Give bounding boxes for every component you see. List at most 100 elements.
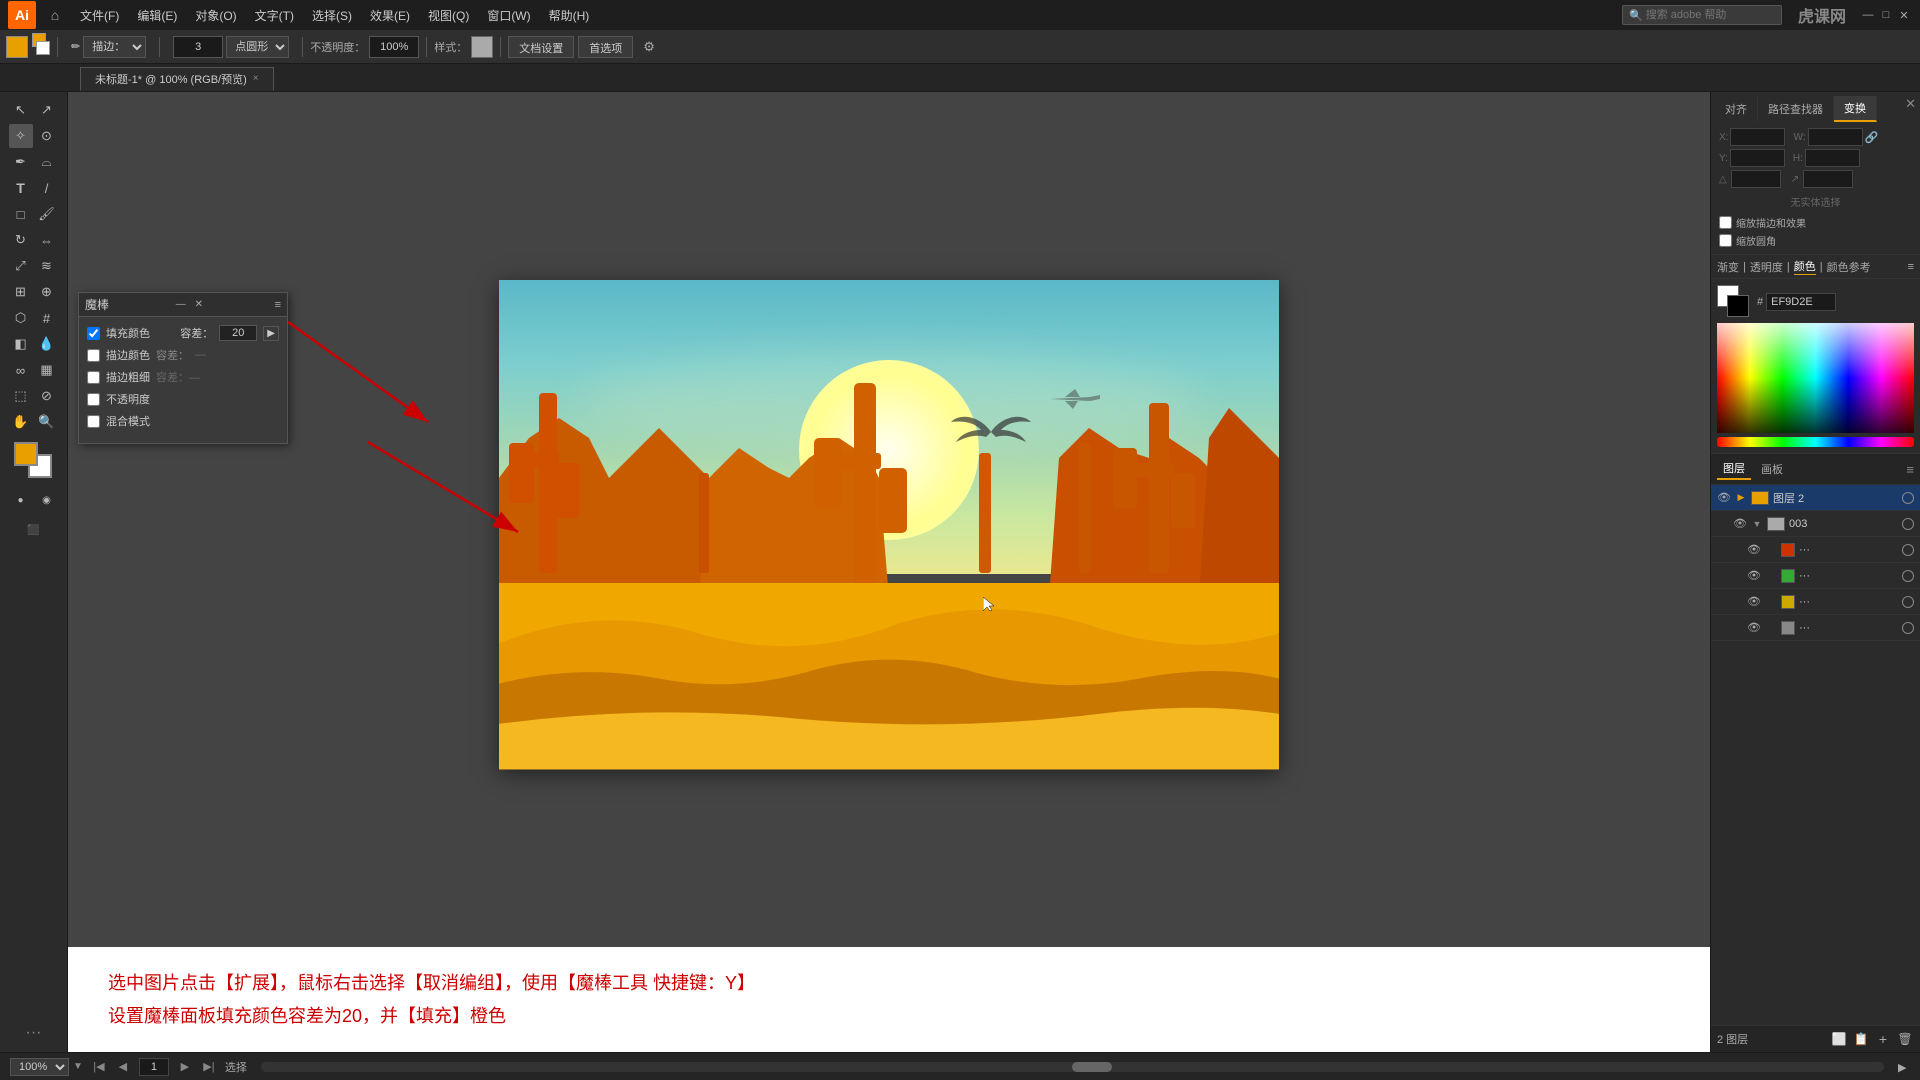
layer-eye-btn[interactable]: 👁 (1717, 491, 1731, 505)
blend-tool[interactable]: ∞ (9, 358, 33, 382)
scroll-right-btn[interactable]: ▶ (1898, 1061, 1910, 1073)
scale-corners-checkbox-label[interactable]: 缩放圆角 (1719, 233, 1912, 248)
canvas-content[interactable] (68, 92, 1710, 947)
scale-tool[interactable]: ⤢ (9, 254, 33, 278)
menu-view[interactable]: 视图(Q) (420, 5, 477, 26)
sub-layer-yellow-circle[interactable] (1902, 596, 1914, 608)
layer-group-item[interactable]: 👁 ▶ 图层 2 (1711, 485, 1920, 511)
transform-x-input[interactable] (1730, 128, 1785, 146)
transform-w-input[interactable] (1808, 128, 1863, 146)
free-transform-tool[interactable]: ⊞ (9, 280, 33, 304)
artboard-tool[interactable]: ⬚ (9, 384, 33, 408)
fg-color-swatch[interactable] (14, 442, 38, 466)
rotate-tool[interactable]: ↻ (9, 228, 33, 252)
warp-tool[interactable]: ≋ (35, 254, 59, 278)
menu-object[interactable]: 对象(O) (187, 5, 244, 26)
text-tool[interactable]: T (9, 176, 33, 200)
horizontal-scrollbar[interactable] (261, 1062, 1884, 1072)
menu-window[interactable]: 窗口(W) (479, 5, 538, 26)
zoom-tool[interactable]: 🔍 (35, 410, 59, 434)
gradient-tool[interactable]: ◧ (9, 332, 33, 356)
prev-page-btn[interactable]: ◀ (115, 1059, 131, 1075)
layer-expand-btn[interactable]: ▶ (1735, 492, 1747, 504)
scale-corners-checkbox[interactable] (1719, 234, 1732, 247)
draw-behind-mode[interactable]: ◉ (35, 488, 59, 512)
selection-tool[interactable]: ↖ (9, 98, 33, 122)
first-page-btn[interactable]: |◀ (91, 1059, 107, 1075)
tab-close-button[interactable]: × (253, 74, 259, 84)
eyedropper-tool[interactable]: 💧 (35, 332, 59, 356)
color-bg-box[interactable] (1727, 295, 1749, 317)
trash-layer-btn[interactable]: 🗑 (1896, 1030, 1914, 1048)
color-tab[interactable]: 颜色 (1794, 258, 1816, 275)
scale-strokes-checkbox[interactable] (1719, 216, 1732, 229)
sub-layer-green[interactable]: 👁 ··· (1711, 563, 1920, 589)
brush-select[interactable]: 描边： (83, 36, 146, 58)
close-button[interactable]: ✕ (1896, 7, 1912, 23)
artboard-tab[interactable]: 画板 (1755, 459, 1789, 479)
layer-item-003[interactable]: 👁 ▼ 003 (1711, 511, 1920, 537)
blend-mode-checkbox[interactable] (87, 415, 100, 428)
lasso-tool[interactable]: ⊙ (35, 124, 59, 148)
close-panel-btn[interactable]: ✕ (1905, 96, 1916, 122)
tab-document[interactable]: 未标题-1* @ 100% (RGB/预览) × (80, 67, 274, 91)
layer-003-eye[interactable]: 👁 (1733, 517, 1747, 531)
make-clip-btn[interactable]: ⬜ (1830, 1030, 1848, 1048)
search-input[interactable] (1646, 9, 1775, 21)
rect-tool[interactable]: □ (9, 202, 33, 226)
menu-file[interactable]: 文件(F) (72, 5, 127, 26)
transform-y-input[interactable] (1730, 149, 1785, 167)
preferences-button[interactable]: 首选项 (578, 36, 633, 58)
line-tool[interactable]: / (35, 176, 59, 200)
menu-help[interactable]: 帮助(H) (541, 5, 598, 26)
panel-close-btn[interactable]: ✕ (192, 298, 206, 312)
tab-pathfinder[interactable]: 路径查找器 (1758, 96, 1834, 122)
bar-chart-tool[interactable]: ▦ (35, 358, 59, 382)
menu-edit[interactable]: 编辑(E) (129, 5, 185, 26)
fill-tolerance-input[interactable] (219, 325, 257, 341)
opacity-input[interactable] (369, 36, 419, 58)
last-page-btn[interactable]: ▶| (201, 1059, 217, 1075)
doc-settings-button[interactable]: 文档设置 (508, 36, 574, 58)
slice-tool[interactable]: ⊘ (35, 384, 59, 408)
add-layer-btn[interactable]: + (1874, 1030, 1892, 1048)
transparency-tab[interactable]: 透明度 (1750, 259, 1783, 275)
fill-color-box[interactable] (6, 36, 28, 58)
panel-menu-btn[interactable]: ≡ (275, 299, 281, 311)
change-screen-mode[interactable]: ⬛ (22, 518, 46, 542)
search-bar[interactable]: 🔍 (1622, 5, 1782, 25)
shape-builder-tool[interactable]: ⊕ (35, 280, 59, 304)
style-swatch[interactable] (471, 36, 493, 58)
layer-visibility-circle[interactable] (1902, 492, 1914, 504)
hue-slider[interactable] (1717, 437, 1914, 447)
sub-layer-green-circle[interactable] (1902, 570, 1914, 582)
bg-color-swatch[interactable] (36, 41, 50, 55)
extra-icon1[interactable]: ⚙ (643, 39, 655, 55)
menu-effect[interactable]: 效果(E) (362, 5, 418, 26)
panel-header[interactable]: 魔棒 — ✕ ≡ (79, 293, 287, 317)
hex-value-input[interactable] (1766, 293, 1836, 311)
hand-tool[interactable]: ✋ (9, 410, 33, 434)
restore-button[interactable]: □ (1878, 7, 1894, 23)
shear-input[interactable] (1803, 170, 1853, 188)
fill-tolerance-arrow[interactable]: ▶ (263, 326, 279, 341)
magic-wand-tool[interactable]: ✧ (9, 124, 33, 148)
sub-layer-red[interactable]: 👁 ··· (1711, 537, 1920, 563)
mesh-tool[interactable]: # (35, 306, 59, 330)
pen-tool[interactable]: ✒ (9, 150, 33, 174)
menu-text[interactable]: 文字(T) (247, 5, 302, 26)
zoom-select[interactable]: 100% (10, 1058, 69, 1076)
brush-size-input[interactable] (173, 36, 223, 58)
layers-menu-icon[interactable]: ≡ (1906, 462, 1914, 477)
sub-layer-gray-eye[interactable]: 👁 (1747, 621, 1761, 635)
panel-minimize-btn[interactable]: — (174, 298, 188, 312)
gradient-tab[interactable]: 渐变 (1717, 259, 1739, 275)
scale-strokes-checkbox-label[interactable]: 缩放描边和效果 (1719, 215, 1912, 230)
brush-type-select[interactable]: 点圆形 (226, 36, 289, 58)
more-tools[interactable]: ··· (22, 1020, 46, 1046)
tab-transform[interactable]: 变换 (1834, 96, 1877, 122)
color-gradient-picker[interactable] (1717, 323, 1914, 433)
color-panel-menu[interactable]: ≡ (1908, 261, 1914, 273)
sub-layer-green-eye[interactable]: 👁 (1747, 569, 1761, 583)
color-ref-tab[interactable]: 颜色参考 (1827, 259, 1871, 275)
